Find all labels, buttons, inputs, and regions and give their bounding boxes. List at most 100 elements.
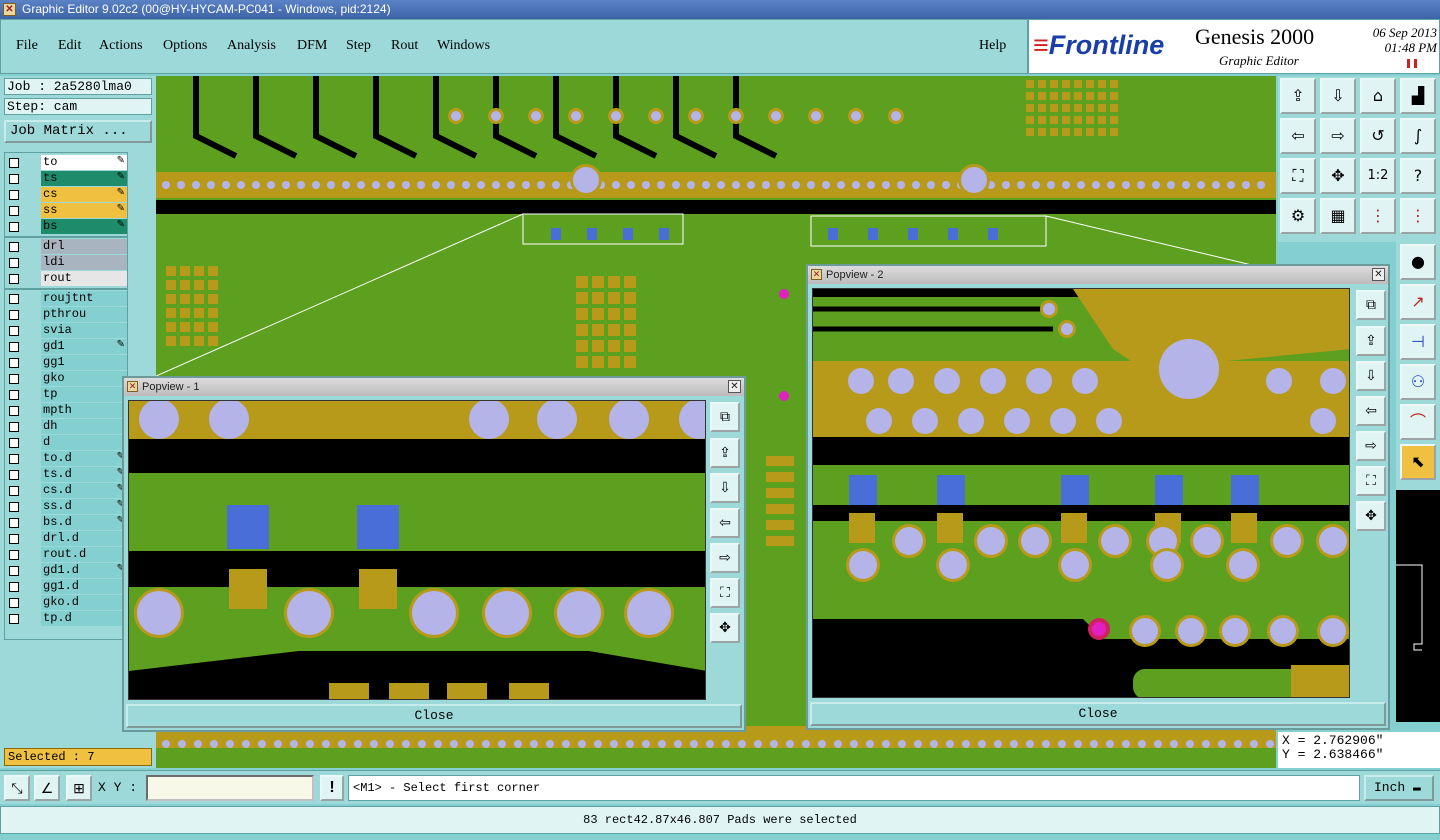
layer-row[interactable]: ts ✎: [5, 171, 127, 187]
line-icon[interactable]: ↗: [1400, 284, 1436, 320]
layer-checkbox[interactable]: [9, 310, 19, 320]
home-icon[interactable]: ⌂: [1360, 78, 1396, 114]
menu-windows[interactable]: Windows: [437, 38, 490, 54]
redraw-icon[interactable]: ↺: [1360, 118, 1396, 154]
layer-checkbox[interactable]: [9, 614, 19, 624]
layer-row[interactable]: gko: [5, 371, 127, 387]
snap-icon[interactable]: ⤡: [4, 775, 30, 801]
layer-row[interactable]: roujtnt: [5, 291, 127, 307]
layer-row[interactable]: tp: [5, 387, 127, 403]
scale-icon[interactable]: 1:2: [1360, 158, 1396, 194]
pan-left-icon[interactable]: ⇦: [1280, 118, 1316, 154]
layer-checkbox[interactable]: [9, 598, 19, 608]
help-icon[interactable]: ?: [1400, 158, 1436, 194]
layer-checkbox[interactable]: [9, 486, 19, 496]
pv-up-icon[interactable]: ⇪: [710, 438, 740, 468]
window-icon[interactable]: ▟: [1400, 78, 1436, 114]
unit-select[interactable]: Inch ▬: [1364, 775, 1434, 801]
pv-left-icon[interactable]: ⇦: [1356, 396, 1386, 426]
menu-step[interactable]: Step: [346, 38, 371, 54]
route-icon[interactable]: ∫: [1400, 118, 1436, 154]
layer-checkbox[interactable]: [9, 242, 19, 252]
pv-up-icon[interactable]: ⇪: [1356, 326, 1386, 356]
layer-checkbox[interactable]: [9, 518, 19, 528]
layer-checkbox[interactable]: [9, 190, 19, 200]
zoom-home-icon[interactable]: ⇪: [1280, 78, 1316, 114]
pv-zoom-icon[interactable]: ⧉: [710, 402, 740, 432]
pv-move-icon[interactable]: ✥: [1356, 501, 1386, 531]
layer-row[interactable]: bs ✎: [5, 219, 127, 235]
layer-checkbox[interactable]: [9, 566, 19, 576]
layer-row[interactable]: bs.d ✎: [5, 515, 127, 531]
pv-zoom-icon[interactable]: ⧉: [1356, 290, 1386, 320]
layer-row[interactable]: svia: [5, 323, 127, 339]
menu-file[interactable]: File: [16, 38, 38, 54]
popview-1-view[interactable]: [128, 400, 706, 700]
layer-checkbox[interactable]: [9, 502, 19, 512]
layer-row[interactable]: dh: [5, 419, 127, 435]
overview-map[interactable]: [1396, 490, 1440, 722]
layer-row[interactable]: rout.d: [5, 547, 127, 563]
layer-checkbox[interactable]: [9, 342, 19, 352]
circle-icon[interactable]: ●: [1400, 244, 1436, 280]
close-icon[interactable]: ✕: [728, 380, 741, 393]
popview-2-close-button[interactable]: Close: [810, 702, 1386, 726]
layer-checkbox[interactable]: [9, 422, 19, 432]
menu-help[interactable]: Help: [979, 38, 1006, 54]
popview-1-close-button[interactable]: Close: [126, 704, 742, 728]
layer-checkbox[interactable]: [9, 454, 19, 464]
net-select-icon[interactable]: ⋮: [1400, 198, 1436, 234]
measure-icon[interactable]: ⚙: [1280, 198, 1316, 234]
layer-row[interactable]: drl.d: [5, 531, 127, 547]
layer-checkbox[interactable]: [9, 534, 19, 544]
layer-row[interactable]: pthrou: [5, 307, 127, 323]
pv-down-icon[interactable]: ⇩: [1356, 361, 1386, 391]
layer-checkbox[interactable]: [9, 326, 19, 336]
layer-row[interactable]: ss ✎: [5, 203, 127, 219]
grid-icon[interactable]: ▦: [1320, 198, 1356, 234]
layer-row[interactable]: drl: [5, 239, 127, 255]
menu-options[interactable]: Options: [163, 38, 207, 54]
layer-checkbox[interactable]: [9, 550, 19, 560]
net-icon[interactable]: ⋮: [1360, 198, 1396, 234]
layer-checkbox[interactable]: [9, 294, 19, 304]
move-icon[interactable]: ✥: [1320, 158, 1356, 194]
grid-snap-icon[interactable]: ⊞: [66, 775, 92, 801]
layer-checkbox[interactable]: [9, 174, 19, 184]
layer-row[interactable]: to.d ✎: [5, 451, 127, 467]
layer-checkbox[interactable]: [9, 158, 19, 168]
layer-checkbox[interactable]: [9, 406, 19, 416]
layer-checkbox[interactable]: [9, 206, 19, 216]
layer-row[interactable]: gd1 ✎: [5, 339, 127, 355]
layer-checkbox[interactable]: [9, 438, 19, 448]
layer-row[interactable]: ss.d ✎: [5, 499, 127, 515]
fit-icon[interactable]: ⛶: [1280, 158, 1316, 194]
layer-row[interactable]: gko.d: [5, 595, 127, 611]
layer-checkbox[interactable]: [9, 390, 19, 400]
alert-icon[interactable]: !: [320, 775, 344, 801]
angle-icon[interactable]: ∠: [34, 775, 60, 801]
pv-right-icon[interactable]: ⇨: [710, 543, 740, 573]
layer-row[interactable]: to ✎: [5, 155, 127, 171]
menu-dfm[interactable]: DFM: [297, 38, 327, 54]
pv-down-icon[interactable]: ⇩: [710, 473, 740, 503]
popview-2-view[interactable]: [812, 288, 1350, 698]
job-matrix-button[interactable]: Job Matrix ...: [4, 120, 152, 143]
zoom-down-icon[interactable]: ⇩: [1320, 78, 1356, 114]
popview-2-titlebar[interactable]: ✕ Popview - 2 ✕: [808, 266, 1388, 284]
arc-icon[interactable]: ⌒: [1400, 404, 1436, 440]
layer-checkbox[interactable]: [9, 358, 19, 368]
pv-fit-icon[interactable]: ⛶: [1356, 466, 1386, 496]
layer-checkbox[interactable]: [9, 274, 19, 284]
pv-right-icon[interactable]: ⇨: [1356, 431, 1386, 461]
menu-rout[interactable]: Rout: [391, 38, 418, 54]
popview-1-titlebar[interactable]: ✕ Popview - 1 ✕: [124, 378, 744, 396]
layer-checkbox[interactable]: [9, 258, 19, 268]
layer-checkbox[interactable]: [9, 374, 19, 384]
layer-row[interactable]: ldi: [5, 255, 127, 271]
pv-fit-icon[interactable]: ⛶: [710, 578, 740, 608]
layer-row[interactable]: d: [5, 435, 127, 451]
layer-row[interactable]: cs ✎: [5, 187, 127, 203]
close-icon[interactable]: ✕: [1372, 268, 1385, 281]
layer-row[interactable]: tp.d: [5, 611, 127, 627]
